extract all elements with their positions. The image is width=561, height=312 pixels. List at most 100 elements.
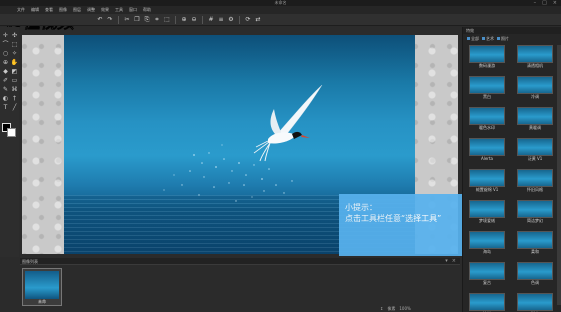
effect-item[interactable]: 流光 [469, 293, 505, 312]
menu-image[interactable]: 图像 [56, 6, 70, 14]
effect-item[interactable]: 数码漫游 [469, 45, 505, 69]
effect-label: 梦境爱绒 [479, 218, 495, 223]
color-picker-icon[interactable]: † [10, 94, 19, 103]
effect-label: 黄暖调 [529, 125, 541, 130]
menu-tools[interactable]: 工具 [112, 6, 126, 14]
menu-view[interactable]: 查看 [42, 6, 56, 14]
paintbrush-icon[interactable]: ✐ [1, 76, 10, 85]
effect-thumbnail [469, 138, 505, 156]
zoom-out-icon[interactable]: ⊖ [190, 16, 198, 24]
secondary-color-swatch[interactable] [7, 128, 16, 137]
zoom-icon[interactable]: ⊕ [1, 58, 10, 67]
zoom-level[interactable]: 100% [399, 306, 410, 311]
menu-adjustments[interactable]: 调整 [84, 6, 98, 14]
line-icon[interactable]: ╱ [10, 103, 19, 112]
effect-item[interactable]: 海岛 [469, 231, 505, 255]
effect-thumbnail [517, 76, 553, 94]
effect-item[interactable]: 渐变 [517, 293, 553, 312]
recolor-icon[interactable]: ◐ [1, 94, 10, 103]
undo-icon[interactable]: ↶ [96, 16, 104, 24]
canvas-area[interactable]: 小提示： 点击工具栏任意“选择工具” [22, 35, 478, 256]
bird [253, 84, 323, 162]
effect-label: 泛黄 V1 [527, 156, 543, 161]
tab-art-icon [482, 37, 485, 40]
gradient-icon[interactable]: ◩ [10, 67, 19, 76]
menu-file[interactable]: 文件 [14, 6, 28, 14]
effect-thumbnail [517, 138, 553, 156]
effect-thumbnail [517, 169, 553, 187]
pan-icon[interactable]: ✋ [10, 58, 19, 67]
effect-item[interactable]: Alerta [469, 138, 505, 162]
tab-photo-label: 照片 [501, 36, 509, 41]
image-list-title: 图像列表 [22, 259, 38, 264]
effect-item[interactable]: 简洁梦幻 [517, 200, 553, 224]
panel-close-icon[interactable]: × [452, 258, 456, 265]
menu-window[interactable]: 窗口 [126, 6, 140, 14]
tab-art-label: 艺术 [486, 36, 494, 41]
effect-item[interactable]: 怀旧风格 [517, 169, 553, 193]
effect-item[interactable]: 柔和 [517, 231, 553, 255]
menu-edit[interactable]: 编辑 [28, 6, 42, 14]
tab-all-icon [467, 37, 470, 40]
magic-wand-icon[interactable]: ✧ [10, 49, 19, 58]
tab-photo-icon [497, 37, 500, 40]
tab-all[interactable]: 全部 [467, 35, 479, 42]
status-bar: ↕ 像素 100% [380, 305, 462, 312]
move-selection-icon[interactable]: ✛ [1, 31, 10, 40]
effect-label: 绒置缇绵 V1 [475, 187, 499, 192]
rect-select-icon[interactable]: ⬚ [10, 40, 19, 49]
move-selected-icon[interactable]: ✣ [10, 31, 19, 40]
crop-icon[interactable]: ⌗ [153, 16, 161, 24]
eraser-icon[interactable]: ▭ [10, 76, 19, 85]
paste-icon[interactable]: ⎘ [143, 16, 151, 24]
effects-title: 特效 [466, 28, 474, 33]
effect-thumbnail [469, 231, 505, 249]
lasso-icon[interactable]: ⌒ [1, 40, 10, 49]
effect-item[interactable]: 黄暖调 [517, 107, 553, 131]
text-icon[interactable]: T [1, 103, 10, 112]
paint-bucket-icon[interactable]: ◆ [1, 67, 10, 76]
menu-layers[interactable]: 图层 [70, 6, 84, 14]
effect-item[interactable]: 清透相机 [517, 45, 553, 69]
effect-label: 暖色水印 [479, 125, 495, 130]
effect-item[interactable]: 绒置缇绵 V1 [469, 169, 505, 193]
effect-item[interactable]: 暖色水印 [469, 107, 505, 131]
effect-item[interactable]: 复古 [469, 262, 505, 286]
image-list-header: 图像列表 ▾ × [20, 258, 460, 265]
menu-effects[interactable]: 效果 [98, 6, 112, 14]
tab-art[interactable]: 艺术 [482, 35, 494, 42]
grid-icon[interactable]: # [207, 16, 215, 24]
effect-item[interactable]: 色调 [517, 262, 553, 286]
effect-item[interactable]: 泛黄 V1 [517, 138, 553, 162]
ellipse-select-icon[interactable]: ○ [1, 49, 10, 58]
effects-tabs: 全部 艺术 照片 [467, 35, 509, 42]
effect-label: 清透相机 [527, 63, 543, 68]
copy-icon[interactable]: ❐ [133, 16, 141, 24]
effect-label: 复古 [483, 280, 491, 285]
ruler-icon[interactable]: ≡ [217, 16, 225, 24]
effect-item[interactable]: 梦境爱绒 [469, 200, 505, 224]
zoom-in-icon[interactable]: ⊕ [180, 16, 188, 24]
settings-icon[interactable]: ⚙ [227, 16, 235, 24]
effect-thumbnail [469, 76, 505, 94]
effect-item[interactable]: 冷调 [517, 76, 553, 100]
pin-icon[interactable]: ▾ [445, 258, 448, 265]
clone-stamp-icon[interactable]: ⌘ [10, 85, 19, 94]
toolbar-divider [175, 15, 176, 24]
image-thumbnail[interactable]: 未命 [22, 268, 62, 306]
unit-label[interactable]: 像素 [387, 306, 395, 312]
effect-label: 色调 [531, 280, 539, 285]
effect-thumbnail [517, 200, 553, 218]
flip-icon[interactable]: ⇄ [254, 16, 262, 24]
redo-icon[interactable]: ↷ [106, 16, 114, 24]
pencil-icon[interactable]: ✎ [1, 85, 10, 94]
color-swatch[interactable] [2, 123, 16, 137]
effect-item[interactable]: 黑白 [469, 76, 505, 100]
rotate-icon[interactable]: ⟳ [244, 16, 252, 24]
tab-photo[interactable]: 照片 [497, 35, 509, 42]
effects-scrollbar[interactable] [557, 45, 561, 305]
size-icon: ↕ [380, 306, 384, 311]
deselect-icon[interactable]: ⬚ [163, 16, 171, 24]
cut-icon[interactable]: ✂ [123, 16, 131, 24]
menu-help[interactable]: 帮助 [140, 6, 154, 14]
